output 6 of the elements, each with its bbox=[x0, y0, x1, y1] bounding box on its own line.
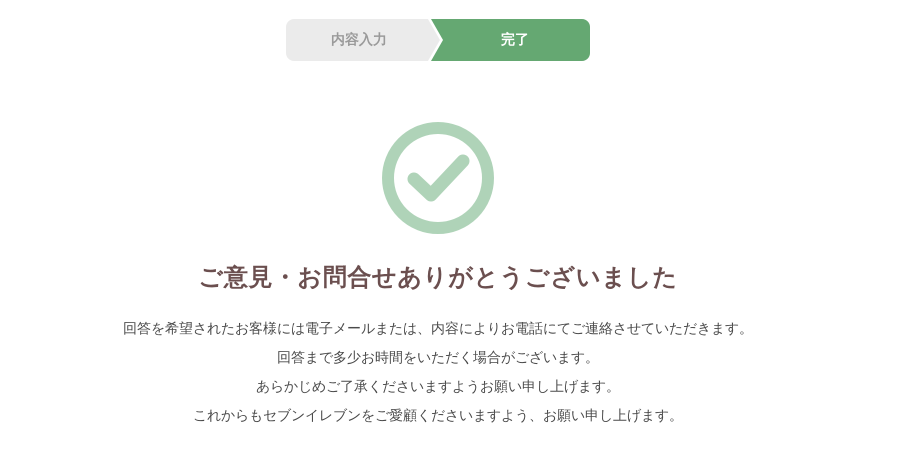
message-text: これからもセブンイレブンをご愛顧くださいますよう、お願い申し上げます。 bbox=[193, 407, 683, 426]
message-text: 回答まで多少お時間をいただく場合がございます。 bbox=[277, 349, 599, 368]
message-text: 回答を希望されたお客様には電子メールまたは、内容によりお電話にてご連絡させていただきます。 bbox=[123, 320, 753, 339]
message-text: あらかじめご了承くださいますようお願い申し上げます。 bbox=[256, 378, 620, 397]
thank-you-heading: ご意見・お問合せありがとうございました bbox=[198, 262, 678, 293]
check-circle-icon bbox=[381, 121, 495, 235]
